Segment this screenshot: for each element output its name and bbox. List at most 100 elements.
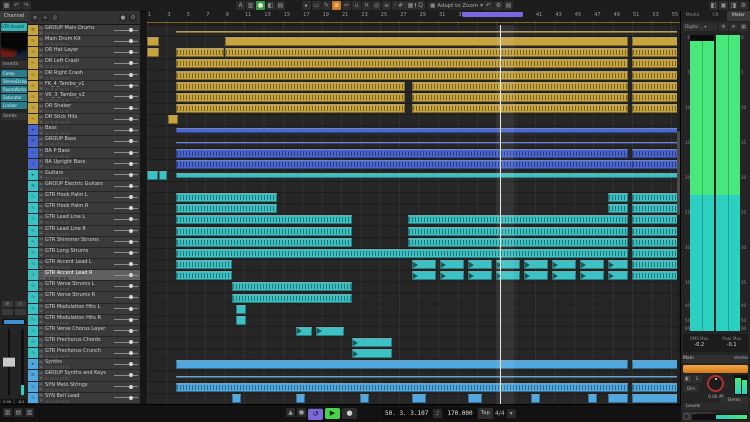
track-mini-button[interactable] (60, 255, 64, 258)
mute-button[interactable]: m (39, 92, 43, 96)
mute-button[interactable]: m (39, 159, 43, 163)
insert-slot[interactable]: StereoDelay (1, 78, 27, 85)
track-mini-button[interactable] (50, 377, 54, 380)
track-volume-handle[interactable] (129, 362, 133, 366)
tap-tempo-button[interactable]: Tap (478, 408, 493, 419)
play-button[interactable]: ▶ (325, 408, 340, 419)
track-volume-slider[interactable] (114, 275, 138, 276)
event-t[interactable] (608, 271, 628, 280)
solo-button[interactable]: s (39, 175, 43, 179)
track-mini-button[interactable] (45, 221, 49, 224)
event-w[interactable] (176, 93, 405, 102)
range-icon[interactable]: ▭ (312, 1, 321, 10)
event-w[interactable] (176, 249, 628, 258)
event-t[interactable] (440, 271, 464, 280)
track-volume-slider[interactable] (114, 197, 138, 198)
track-mini-button[interactable] (65, 299, 69, 302)
track-mini-button[interactable] (55, 132, 59, 135)
track-mini-button[interactable] (65, 65, 69, 68)
track-row[interactable]: ▸msGuitars (28, 170, 140, 181)
track-mini-button[interactable] (55, 54, 59, 57)
track-mini-button[interactable] (50, 389, 54, 392)
mute-button[interactable]: m (39, 315, 43, 319)
track-volume-slider[interactable] (114, 152, 138, 153)
event-l[interactable] (176, 31, 680, 33)
adapt-to-zoom-select[interactable]: ▦ Adapt to Zoom ▾ (427, 1, 486, 10)
mute-button[interactable]: m (39, 26, 43, 30)
track-mini-button[interactable] (45, 99, 49, 102)
track-mini-button[interactable] (60, 355, 64, 358)
event-w[interactable] (608, 193, 628, 202)
event-w[interactable] (225, 48, 628, 57)
tempo-display[interactable]: 170.000 (444, 408, 475, 419)
track-volume-slider[interactable] (114, 130, 138, 131)
track-mini-button[interactable] (55, 344, 59, 347)
mute-button[interactable]: m (39, 215, 43, 219)
event-w[interactable] (176, 193, 277, 202)
mute-button[interactable]: m (39, 81, 43, 85)
track-mini-button[interactable] (55, 355, 59, 358)
track-volume-slider[interactable] (114, 308, 138, 309)
event-b[interactable] (147, 171, 158, 180)
track-mini-button[interactable] (50, 400, 54, 403)
track-mini-button[interactable] (45, 166, 49, 169)
track-mini-button[interactable] (45, 233, 49, 236)
metronome-icon[interactable]: ▲ (286, 408, 295, 417)
monitor-on-icon[interactable]: ● (256, 1, 265, 10)
track-mini-button[interactable] (65, 188, 69, 191)
track-mini-button[interactable] (45, 54, 49, 57)
mixer-icon[interactable]: ▥ (3, 408, 12, 417)
track-mini-button[interactable] (55, 377, 59, 380)
track-volume-handle[interactable] (129, 373, 133, 377)
track-volume-handle[interactable] (129, 229, 133, 233)
phones-knob[interactable] (683, 413, 690, 420)
track-mini-button[interactable] (45, 244, 49, 247)
track-row[interactable]: ∿msGTR Verse Strums L (28, 281, 140, 292)
solo-button[interactable]: s (39, 331, 43, 335)
track-mini-button[interactable] (55, 99, 59, 102)
track-mini-button[interactable] (50, 88, 54, 91)
solo-button[interactable]: s (39, 53, 43, 57)
grid-type-icon[interactable]: ▦ (406, 1, 415, 10)
event-w[interactable] (176, 271, 232, 280)
track-volume-slider[interactable] (114, 85, 138, 86)
track-row[interactable]: ∿msDR Hat Layer (28, 47, 140, 58)
peak-max-value[interactable]: -0.1 (716, 342, 749, 348)
track-row[interactable]: ∿msDR Right Crash (28, 70, 140, 81)
track-volume-handle[interactable] (129, 28, 133, 32)
track-mini-button[interactable] (55, 32, 59, 35)
event-b[interactable] (632, 394, 680, 403)
event-w[interactable] (632, 193, 680, 202)
track-row[interactable]: ∿msGTR Lead Line L (28, 214, 140, 225)
event-s[interactable] (176, 173, 680, 178)
track-mini-button[interactable] (60, 43, 64, 46)
track-volume-handle[interactable] (129, 318, 133, 322)
track-mini-button[interactable] (65, 344, 69, 347)
solo-button[interactable]: s (39, 231, 43, 235)
event-b[interactable] (531, 394, 540, 403)
solo-button[interactable]: s (39, 31, 43, 35)
mute-button[interactable]: m (39, 59, 43, 63)
track-volume-handle[interactable] (129, 217, 133, 221)
track-volume-slider[interactable] (114, 342, 138, 343)
mute-button[interactable]: m (39, 349, 43, 353)
track-row[interactable]: ∿msGTR Verse Chorus Layer (28, 326, 140, 337)
track-mini-button[interactable] (50, 43, 54, 46)
event-w[interactable] (632, 104, 680, 113)
event-w[interactable] (232, 282, 352, 291)
track-volume-handle[interactable] (129, 385, 133, 389)
track-mini-button[interactable] (60, 233, 64, 236)
event-t[interactable] (580, 260, 604, 269)
setup-icon[interactable]: ⚙ (739, 1, 748, 10)
pool-icon[interactable]: ▥ (25, 408, 34, 417)
event-b[interactable] (296, 394, 305, 403)
inspector-icon[interactable]: ◧ (266, 1, 275, 10)
erase-icon[interactable]: ⊘ (332, 1, 341, 10)
track-mini-button[interactable] (55, 155, 59, 158)
track-row[interactable]: ∿msMain Drum Kit (28, 36, 140, 47)
track-mini-button[interactable] (55, 188, 59, 191)
event-w[interactable] (176, 227, 352, 236)
track-mini-button[interactable] (60, 177, 64, 180)
track-volume-handle[interactable] (129, 251, 133, 255)
track-volume-handle[interactable] (129, 117, 133, 121)
